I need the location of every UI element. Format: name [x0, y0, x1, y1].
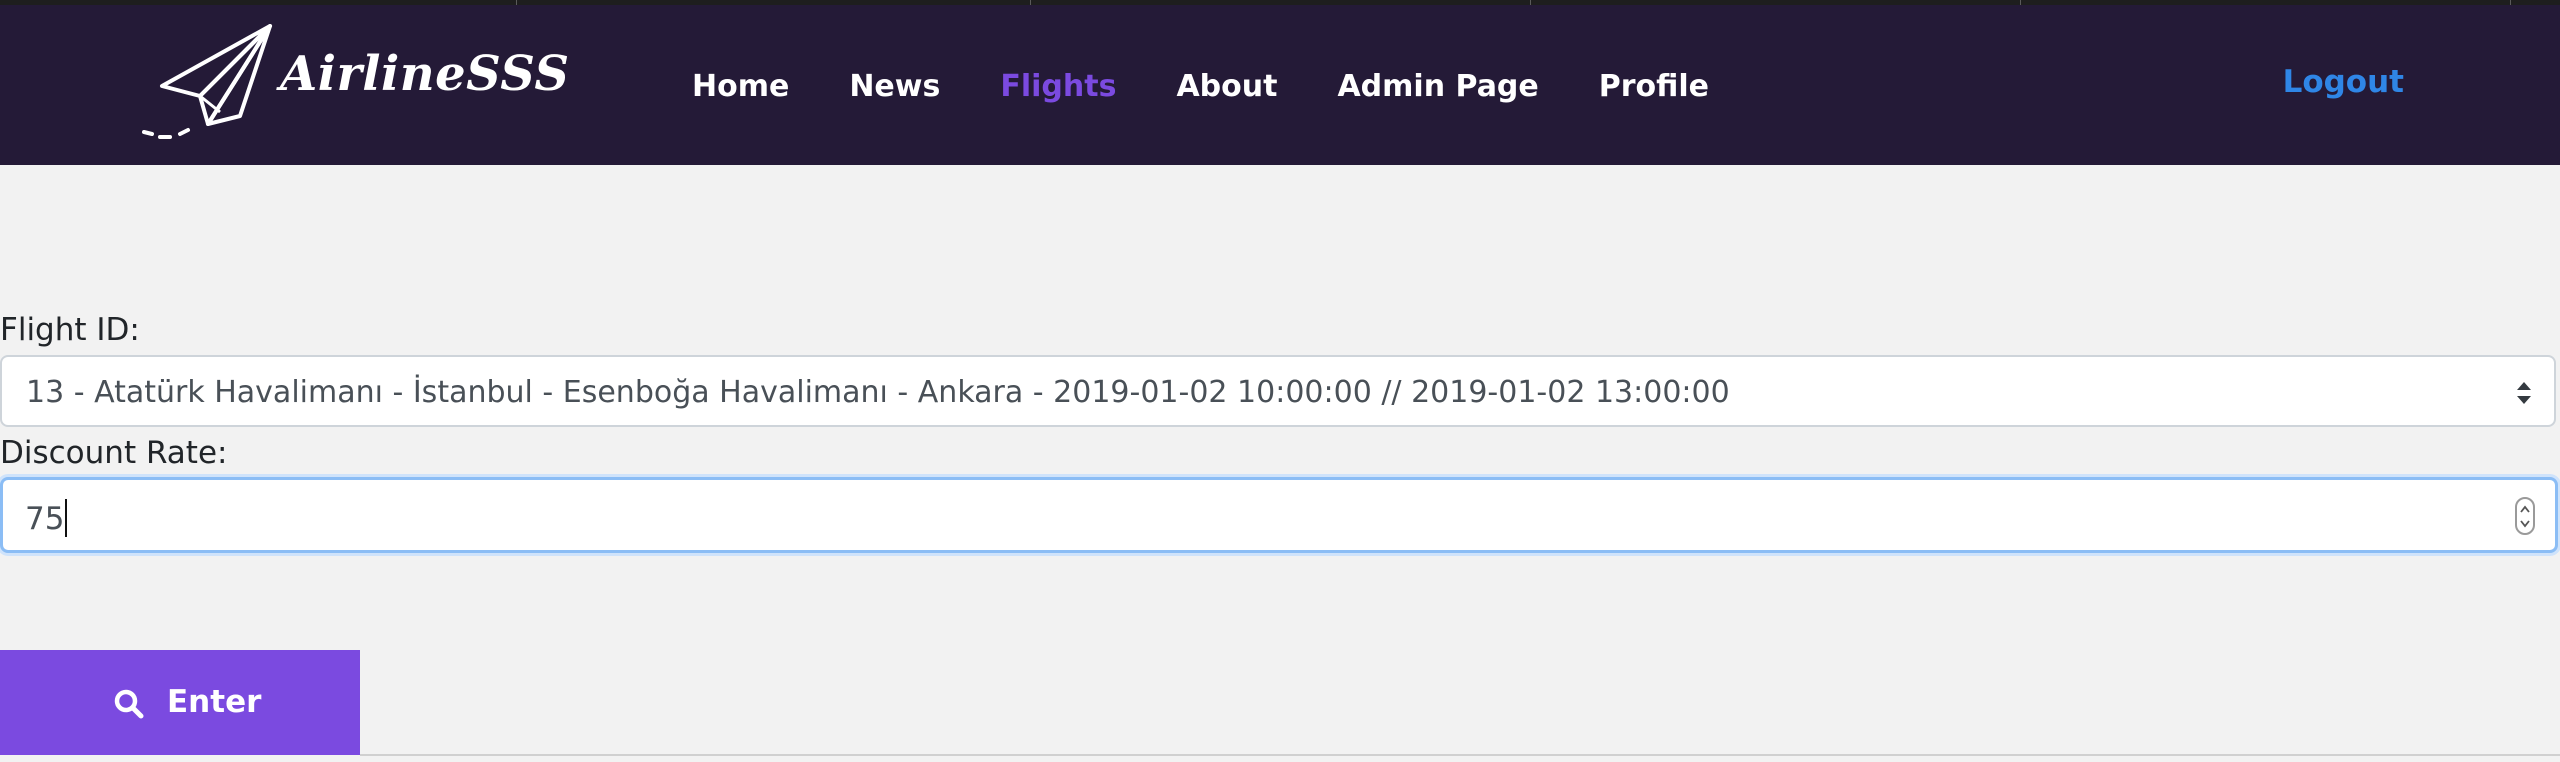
discount-rate-text: 75 [25, 501, 65, 537]
spinner-arrows [2520, 505, 2530, 528]
nav-about[interactable]: About [1176, 69, 1277, 104]
search-icon [114, 689, 144, 719]
discount-rate-label: Discount Rate: [0, 435, 228, 471]
logout-link[interactable]: Logout [2283, 64, 2404, 100]
top-strip [0, 0, 2560, 5]
nav-home[interactable]: Home [692, 69, 789, 104]
brand-name: AirlineSSS [280, 46, 570, 102]
strip-divider [516, 0, 517, 5]
enter-button-label: Enter [167, 684, 262, 720]
select-arrows-icon [2517, 382, 2531, 404]
header: AirlineSSS Home News Flights About Admin… [0, 0, 2560, 165]
enter-button[interactable]: Enter [0, 650, 360, 755]
nav-admin-page[interactable]: Admin Page [1337, 69, 1538, 104]
flight-id-select[interactable]: 13 - Atatürk Havalimanı - İstanbul - Ese… [0, 355, 2556, 427]
brand-logo[interactable]: AirlineSSS [140, 20, 569, 145]
strip-divider [2020, 0, 2021, 5]
flight-id-label: Flight ID: [0, 312, 140, 348]
strip-divider [1530, 0, 1531, 5]
strip-divider [1030, 0, 1031, 5]
paper-plane-icon [142, 24, 272, 139]
text-caret [65, 499, 68, 537]
nav-flights[interactable]: Flights [1000, 69, 1116, 104]
strip-divider [2510, 0, 2511, 5]
main-nav: Home News Flights About Admin Page Profi… [692, 64, 1769, 108]
nav-news[interactable]: News [849, 69, 940, 104]
discount-rate-value: 75 [25, 499, 68, 537]
discount-rate-input[interactable]: 75 [0, 477, 2558, 553]
flight-id-selected-value: 13 - Atatürk Havalimanı - İstanbul - Ese… [26, 375, 1730, 410]
nav-profile[interactable]: Profile [1599, 69, 1709, 104]
bottom-divider [360, 754, 2560, 756]
number-spinner-icon[interactable] [2515, 497, 2535, 535]
